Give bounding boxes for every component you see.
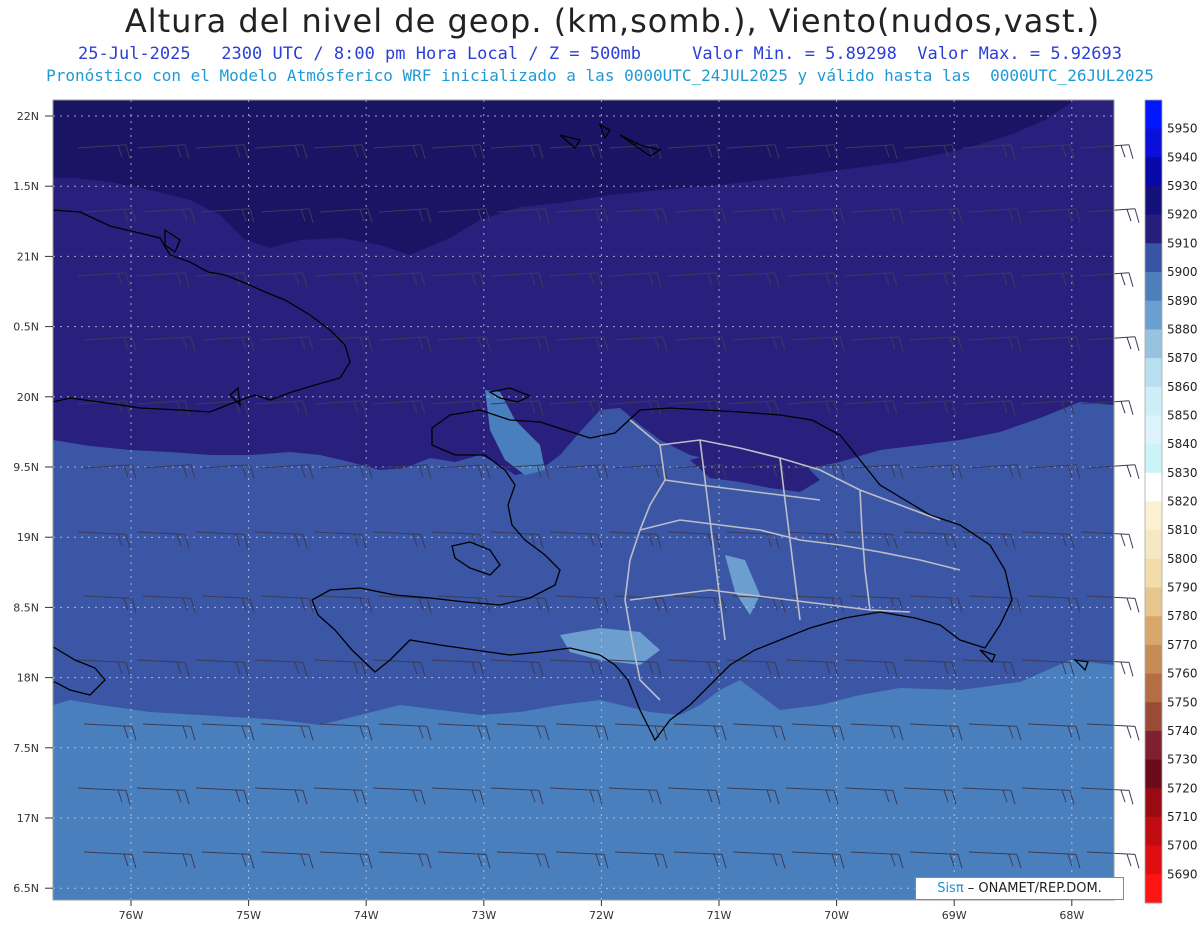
lon-tick-label: 69W	[942, 909, 967, 922]
geopotential-fill	[53, 100, 1114, 900]
colorbar-swatch	[1145, 358, 1162, 388]
lat-tick-label: 0.5N	[13, 321, 39, 334]
colorbar-swatch	[1145, 300, 1162, 330]
colorbar-swatch	[1145, 845, 1162, 875]
colorbar-swatch	[1145, 644, 1162, 675]
colorbar: 5950 5940 5930 5920 5910 5900 5890 5880 5870 5860…	[1144, 99, 1198, 904]
lat-tick-label: 8.5N	[13, 601, 39, 614]
colorbar-swatch	[1145, 329, 1162, 359]
colorbar-swatch	[1145, 788, 1162, 818]
lat-tick-label: 20N	[17, 391, 39, 404]
colorbar-label: 5950	[1167, 122, 1198, 136]
colorbar-label: 5770	[1167, 638, 1198, 652]
colorbar-label: 5740	[1167, 724, 1198, 738]
lat-tick-label: 21N	[17, 250, 39, 263]
colorbar-label: 5880	[1167, 322, 1198, 336]
lat-tick-label: 9.5N	[13, 461, 39, 474]
colorbar-swatch	[1145, 702, 1162, 732]
colorbar-label: 5890	[1167, 294, 1198, 308]
colorbar-swatch	[1145, 759, 1162, 789]
lat-tick-label: 6.5N	[13, 882, 39, 895]
colorbar-label: 5900	[1167, 265, 1198, 279]
colorbar-swatch	[1145, 100, 1162, 130]
lon-tick-label: 73W	[471, 909, 496, 922]
lat-tick-label: 22N	[17, 110, 39, 123]
colorbar-swatch	[1145, 128, 1162, 158]
colorbar-label: 5780	[1167, 609, 1198, 623]
credit-box: Sisπ – ONAMET/REP.DOM.	[915, 877, 1124, 900]
colorbar-label: 5790	[1167, 581, 1198, 595]
colorbar-label: 5760	[1167, 667, 1198, 681]
colorbar-swatch	[1145, 472, 1162, 502]
colorbar-swatch	[1145, 214, 1162, 244]
colorbar-label: 5820	[1167, 495, 1198, 509]
colorbar-label: 5910	[1167, 236, 1198, 250]
colorbar-label: 5750	[1167, 695, 1198, 709]
lat-tick-label: 19N	[17, 531, 39, 544]
colorbar-label: 5690	[1167, 867, 1198, 881]
credit-text: – ONAMET/REP.DOM.	[963, 881, 1102, 896]
lon-tick-label: 70W	[824, 909, 849, 922]
colorbar-swatch	[1145, 558, 1162, 589]
colorbar-swatch	[1145, 501, 1162, 531]
colorbar-label: 5840	[1167, 437, 1198, 451]
lon-tick-label: 72W	[589, 909, 614, 922]
colorbar-swatch	[1145, 530, 1162, 560]
lon-tick-label: 71W	[707, 909, 732, 922]
sispi-logo: Sisπ	[937, 881, 964, 896]
colorbar-label: 5850	[1167, 408, 1198, 422]
colorbar-label: 5920	[1167, 208, 1198, 222]
colorbar-swatch	[1145, 816, 1162, 847]
colorbar-swatch	[1145, 673, 1162, 703]
colorbar-swatch	[1145, 587, 1162, 617]
colorbar-label: 5700	[1167, 839, 1198, 853]
lon-tick-label: 76W	[119, 909, 144, 922]
colorbar-label: 5930	[1167, 179, 1198, 193]
colorbar-label: 5800	[1167, 552, 1198, 566]
colorbar-label: 5710	[1167, 810, 1198, 824]
map-figure: 22N 1.5N 21N 0.5N 20N 9.5N 19N 8.5N 18N 7.5N 17N 6.…	[0, 0, 1200, 927]
lat-tick-label: 18N	[17, 672, 39, 685]
colorbar-swatch	[1145, 730, 1162, 761]
lon-tick-label: 74W	[354, 909, 379, 922]
colorbar-swatch	[1145, 616, 1162, 646]
lat-tick-label: 17N	[17, 812, 39, 825]
colorbar-label: 5860	[1167, 380, 1198, 394]
colorbar-swatch	[1145, 386, 1162, 416]
colorbar-swatch	[1145, 874, 1162, 904]
colorbar-label: 5720	[1167, 781, 1198, 795]
colorbar-swatch	[1145, 157, 1162, 187]
colorbar-label: 5830	[1167, 466, 1198, 480]
colorbar-swatch	[1145, 243, 1162, 273]
colorbar-label: 5810	[1167, 523, 1198, 537]
colorbar-swatch	[1145, 444, 1162, 474]
colorbar-label: 5870	[1167, 351, 1198, 365]
lon-tick-label: 68W	[1059, 909, 1084, 922]
colorbar-swatch	[1145, 186, 1162, 216]
colorbar-swatch	[1145, 415, 1162, 445]
colorbar-swatch	[1145, 272, 1162, 302]
lat-tick-label: 1.5N	[13, 180, 39, 193]
colorbar-label: 5940	[1167, 150, 1198, 164]
lat-tick-label: 7.5N	[13, 742, 39, 755]
lon-tick-label: 75W	[236, 909, 261, 922]
colorbar-label: 5730	[1167, 753, 1198, 767]
